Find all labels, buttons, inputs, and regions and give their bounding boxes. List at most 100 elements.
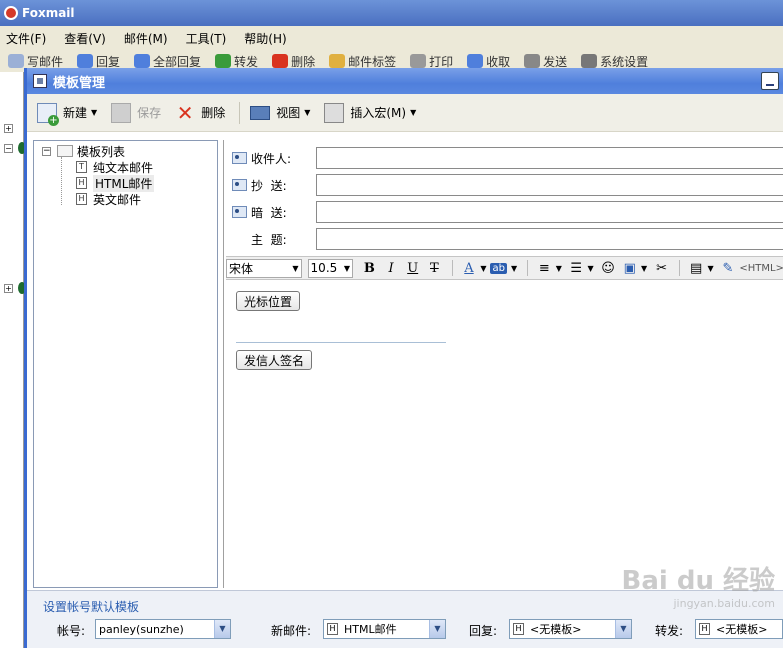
dialog-title: 模板管理 xyxy=(53,75,106,91)
send-button[interactable]: 发送 xyxy=(524,53,567,70)
bcc-label: 暗 送: xyxy=(251,205,287,220)
chevron-down-icon[interactable]: ▼ xyxy=(615,620,631,638)
menu-file[interactable]: 文件(F) xyxy=(6,30,46,47)
compose-button[interactable]: 写邮件 xyxy=(8,53,63,70)
separator xyxy=(678,260,680,276)
html-template-icon: H xyxy=(513,623,524,635)
html-template-icon: H xyxy=(327,623,338,635)
forward-icon xyxy=(215,54,232,68)
strikethrough-icon[interactable]: T xyxy=(424,261,445,276)
mail-tag-button[interactable]: 邮件标签 xyxy=(329,53,396,70)
receive-button[interactable]: 收取 xyxy=(467,53,510,70)
address-book-icon[interactable] xyxy=(232,152,247,164)
save-icon xyxy=(111,102,132,123)
template-body[interactable]: 光标位置 发信人签名 xyxy=(226,281,783,588)
new-template-button[interactable]: 新建▼ xyxy=(37,102,97,126)
underline-icon[interactable]: U xyxy=(402,261,423,276)
cc-field[interactable] xyxy=(316,174,783,196)
print-icon xyxy=(410,54,427,68)
subject-field[interactable] xyxy=(316,228,783,250)
expand-icon[interactable]: + xyxy=(4,124,13,133)
format-toolbar: 宋体 ▼ 10.5 ▼ B I U T A ▼ ab ▼ ≡ ▼ ☰ ▼ ☺ ▣ ▼ ✂ ▤ ▼… xyxy=(226,256,783,280)
chevron-down-icon[interactable]: ▼ xyxy=(214,620,230,638)
subject-row: 主 题: xyxy=(224,227,783,251)
chevron-down-icon[interactable]: ▼ xyxy=(641,264,647,273)
menu-mail[interactable]: 邮件(M) xyxy=(124,30,168,47)
menu-help[interactable]: 帮助(H) xyxy=(244,30,286,47)
forward-button[interactable]: 转发 xyxy=(215,53,258,70)
app-menubar: 文件(F) 查看(V) 邮件(M) 工具(T) 帮助(H) xyxy=(0,26,783,50)
to-field[interactable] xyxy=(316,147,783,169)
chevron-down-icon[interactable]: ▼ xyxy=(588,264,594,273)
address-book-icon[interactable] xyxy=(232,206,247,218)
reply-all-icon xyxy=(134,54,151,68)
forward-template-select[interactable]: H <无模板> xyxy=(695,619,783,639)
chevron-down-icon[interactable]: ▼ xyxy=(556,264,562,273)
address-book-icon[interactable] xyxy=(232,179,247,191)
cc-row: 抄 送: xyxy=(224,173,783,197)
html-template-icon: H xyxy=(76,193,87,205)
new-mail-label: 新邮件: xyxy=(271,624,312,638)
chevron-down-icon[interactable]: ▼ xyxy=(707,264,713,273)
align-icon[interactable]: ≡ xyxy=(534,261,555,276)
sender-signature-placeholder[interactable]: 发信人签名 xyxy=(236,350,313,370)
html-template-icon: H xyxy=(699,623,710,635)
list-icon[interactable]: ☰ xyxy=(566,261,587,276)
baidu-watermark: Bai du 经验 jingyan.baidu.com xyxy=(621,566,776,610)
bcc-field[interactable] xyxy=(316,201,783,223)
font-select[interactable]: 宋体 ▼ xyxy=(226,258,302,278)
app-delete-button[interactable]: 删除 xyxy=(272,53,315,70)
compose-icon xyxy=(8,54,24,68)
tree-connector xyxy=(61,157,62,205)
highlight-icon[interactable]: ab xyxy=(490,262,507,274)
italic-icon[interactable]: I xyxy=(381,261,402,276)
reply-label: 回复: xyxy=(469,624,498,638)
gear-icon xyxy=(581,54,598,68)
view-button[interactable]: 视图 ▼ xyxy=(250,104,310,121)
expand-icon[interactable]: + xyxy=(4,284,13,293)
tree-item-plain-text[interactable]: T 纯文本邮件 xyxy=(76,159,153,175)
chevron-down-icon[interactable]: ▼ xyxy=(511,264,517,273)
font-size-select[interactable]: 10.5 ▼ xyxy=(307,258,354,278)
menu-tools[interactable]: 工具(T) xyxy=(186,30,227,47)
chevron-down-icon: ▼ xyxy=(343,263,351,273)
html-mode-toggle[interactable]: <HTML> xyxy=(739,263,783,274)
bold-icon[interactable]: B xyxy=(359,261,380,276)
minimize-button[interactable] xyxy=(761,72,779,90)
menu-view[interactable]: 查看(V) xyxy=(64,30,106,47)
account-select[interactable]: panley(sunzhe) ▼ xyxy=(95,619,231,639)
divider-line xyxy=(236,342,446,343)
cursor-position-placeholder[interactable]: 光标位置 xyxy=(236,291,301,311)
print-button[interactable]: 打印 xyxy=(410,53,453,70)
reply-button[interactable]: 回复 xyxy=(77,53,120,70)
tree-item-english[interactable]: H 英文邮件 xyxy=(76,191,141,207)
insert-macro-button[interactable]: 插入宏(M) ▼ xyxy=(324,102,416,123)
reply-template-select[interactable]: H <无模板> ▼ xyxy=(509,619,632,639)
image-icon[interactable]: ▣ xyxy=(619,261,640,276)
delete-x-icon: ✕ xyxy=(176,100,194,125)
view-icon xyxy=(250,105,271,120)
collapse-icon[interactable]: − xyxy=(42,146,51,156)
save-button[interactable]: 保存 xyxy=(111,102,161,123)
delete-button[interactable]: ✕ 删除 xyxy=(175,103,225,123)
insert-icon[interactable]: ▤ xyxy=(686,261,707,276)
dialog-toolbar: 新建▼ 保存 ✕ 删除 视图▼ 插入宏(M)▼ xyxy=(27,94,783,132)
chevron-down-icon[interactable]: ▼ xyxy=(480,264,486,273)
delete-icon xyxy=(272,54,289,68)
settings-button[interactable]: 系统设置 xyxy=(581,53,648,70)
collapse-icon[interactable]: − xyxy=(4,144,13,153)
tree-root[interactable]: − 模板列表 xyxy=(42,143,125,159)
scissors-icon[interactable]: ✂ xyxy=(651,261,672,276)
new-mail-template-select[interactable]: H HTML邮件 ▼ xyxy=(323,619,446,639)
tree-item-html[interactable]: H HTML邮件 xyxy=(76,174,155,192)
chevron-down-icon[interactable]: ▼ xyxy=(429,620,445,638)
reply-all-button[interactable]: 全部回复 xyxy=(134,53,201,70)
receive-icon xyxy=(467,54,484,68)
macro-icon xyxy=(324,102,345,123)
cc-label: 抄 送: xyxy=(251,178,287,193)
font-color-icon[interactable]: A xyxy=(459,261,480,276)
emoji-icon[interactable]: ☺ xyxy=(598,261,619,276)
brush-icon[interactable]: ✎ xyxy=(718,261,739,276)
tag-icon xyxy=(329,54,346,68)
folder-icon xyxy=(57,145,73,157)
